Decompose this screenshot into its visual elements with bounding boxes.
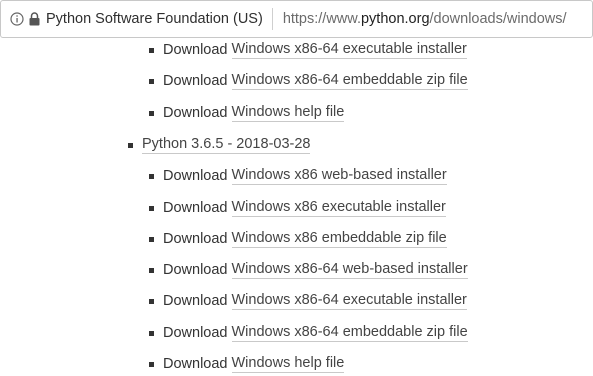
address-bar[interactable]: Python Software Foundation (US) https://… [0, 0, 593, 38]
release-item: Python 3.6.5 - 2018-03-28 [128, 135, 311, 155]
release-link[interactable]: Python 3.6.5 - 2018-03-28 [142, 136, 311, 154]
info-icon[interactable] [10, 12, 24, 26]
list-item: Download Windows x86-64 web-based instal… [149, 260, 468, 280]
download-link[interactable]: Windows help file [231, 355, 345, 373]
download-word: Download [163, 356, 228, 372]
download-word: Download [163, 200, 228, 216]
download-word: Download [163, 262, 228, 278]
list-item: Download Windows x86-64 embeddable zip f… [149, 71, 468, 91]
url-domain: python.org [360, 11, 430, 27]
url-prefix: https://www. [282, 11, 361, 27]
list-item: Download Windows help file [149, 354, 345, 374]
list-item: Download Windows x86 executable installe… [149, 198, 446, 218]
lock-icon [29, 12, 40, 26]
download-word: Download [163, 168, 228, 184]
download-link[interactable]: Windows help file [231, 104, 345, 122]
bullet [149, 47, 154, 53]
list-item: Download Windows help file [149, 103, 345, 123]
address-bar-divider [271, 8, 273, 30]
bullet [149, 205, 154, 211]
bullet [149, 298, 154, 304]
bullet [149, 361, 154, 367]
download-link[interactable]: Windows x86 executable installer [231, 199, 446, 217]
download-word: Download [163, 73, 228, 89]
download-word: Download [163, 293, 228, 309]
download-link[interactable]: Windows x86-64 web-based installer [231, 261, 468, 279]
download-link[interactable]: Windows x86 embeddable zip file [231, 230, 447, 248]
list-item: Download Windows x86-64 embeddable zip f… [149, 323, 468, 343]
download-link[interactable]: Windows x86-64 executable installer [231, 41, 467, 59]
bullet [149, 267, 154, 273]
download-word: Download [163, 105, 228, 121]
downloads-list: Download Windows x86-64 executable insta… [0, 38, 593, 376]
download-link[interactable]: Windows x86 web-based installer [231, 167, 447, 185]
download-word: Download [163, 231, 228, 247]
url-field[interactable]: https://www.python.org/downloads/windows… [283, 11, 567, 27]
url-path: /downloads/windows/ [429, 11, 567, 27]
list-item: Download Windows x86 embeddable zip file [149, 229, 447, 249]
bullet [149, 173, 154, 179]
list-item: Download Windows x86 web-based installer [149, 166, 447, 186]
bullet [149, 78, 154, 84]
list-item: Download Windows x86-64 executable insta… [149, 291, 467, 311]
bullet [149, 110, 154, 116]
list-item: Download Windows x86-64 executable insta… [149, 40, 467, 60]
download-link[interactable]: Windows x86-64 embeddable zip file [231, 72, 468, 90]
download-word: Download [163, 42, 228, 58]
site-identity-label[interactable]: Python Software Foundation (US) [46, 11, 263, 27]
download-link[interactable]: Windows x86-64 executable installer [231, 292, 467, 310]
bullet [149, 330, 154, 336]
bullet [149, 236, 154, 242]
download-word: Download [163, 325, 228, 341]
download-link[interactable]: Windows x86-64 embeddable zip file [231, 324, 468, 342]
bullet [128, 142, 133, 148]
